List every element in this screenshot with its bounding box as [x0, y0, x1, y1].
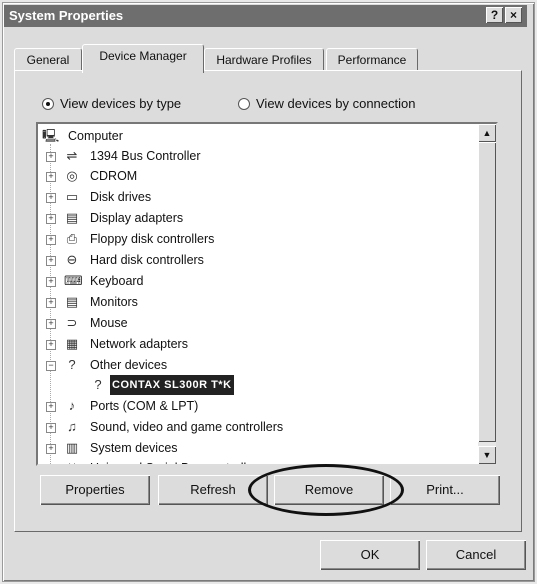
- tree-item-label: CDROM: [90, 169, 138, 183]
- radio-label-by-connection: View devices by connection: [256, 96, 416, 111]
- tree-item-label: CONTAX SL300R T*K: [110, 375, 234, 395]
- expand-icon[interactable]: +: [46, 298, 56, 308]
- help-button[interactable]: ?: [486, 7, 503, 23]
- tree-item-label: Ports (COM & LPT): [90, 399, 199, 413]
- close-button[interactable]: ×: [505, 7, 522, 23]
- radio-button-checked[interactable]: [42, 97, 54, 110]
- expand-icon[interactable]: +: [46, 423, 56, 433]
- tree-item-label: Mouse: [90, 316, 128, 330]
- ok-button[interactable]: OK: [320, 540, 420, 570]
- expand-icon[interactable]: +: [46, 172, 56, 182]
- tree-item-label: Keyboard: [90, 274, 144, 288]
- radio-view-by-type[interactable]: View devices by type: [42, 96, 181, 111]
- expand-icon[interactable]: +: [46, 214, 56, 224]
- tree-item-label: Sound, video and game controllers: [90, 420, 284, 434]
- keyboard-icon: ⌨: [64, 273, 83, 288]
- properties-button[interactable]: Properties: [40, 475, 150, 505]
- system-icon: ▥: [65, 440, 79, 455]
- tree-item-label: Other devices: [90, 358, 168, 372]
- computer-icon: 🖳: [42, 128, 60, 143]
- question-icon: ?: [68, 357, 76, 372]
- mouse-icon: ⊃: [66, 315, 78, 330]
- expand-icon[interactable]: +: [46, 256, 56, 266]
- radio-button[interactable]: [238, 97, 250, 110]
- display-icon: ▤: [65, 210, 79, 225]
- expand-icon[interactable]: +: [46, 235, 56, 245]
- floppy-icon: ⎙: [66, 231, 78, 246]
- expand-icon[interactable]: +: [46, 319, 56, 329]
- tree-item-label: System devices: [90, 441, 178, 455]
- cdrom-icon: ◎: [66, 168, 78, 183]
- tree-root-label: Computer: [68, 129, 123, 143]
- radio-view-by-connection[interactable]: View devices by connection: [238, 96, 415, 111]
- collapse-icon[interactable]: −: [46, 361, 56, 371]
- disk-icon: ▭: [65, 189, 79, 204]
- hdd-icon: ⊖: [66, 252, 78, 267]
- expand-icon[interactable]: +: [46, 340, 56, 350]
- tab-general[interactable]: General: [14, 48, 82, 71]
- sound-icon: ♫: [67, 419, 77, 434]
- refresh-button[interactable]: Refresh: [158, 475, 268, 505]
- tree-item-label: Network adapters: [90, 337, 188, 351]
- port-icon: ♪: [68, 398, 76, 413]
- tab-performance[interactable]: Performance: [326, 48, 418, 71]
- expand-icon[interactable]: +: [46, 193, 56, 203]
- scroll-up-icon[interactable]: ▲: [478, 124, 496, 142]
- device-tree[interactable]: 🖳 Computer + ⇌ 1394 Bus Controller + ◎ C…: [36, 122, 498, 466]
- radio-label-by-type: View devices by type: [60, 96, 182, 111]
- cancel-button[interactable]: Cancel: [426, 540, 526, 570]
- expand-icon[interactable]: +: [48, 464, 53, 465]
- print-button[interactable]: Print...: [390, 475, 500, 505]
- tree-item-label: Display adapters: [90, 211, 184, 225]
- window-title: System Properties: [9, 8, 124, 23]
- tree-item-label: Universal Serial Bus controllers: [90, 458, 264, 464]
- title-bar: System Properties ? ×: [4, 5, 527, 27]
- tree-item-label: Floppy disk controllers: [90, 232, 215, 246]
- bus-icon: ⇌: [66, 148, 78, 163]
- scroll-thumb[interactable]: [478, 142, 496, 442]
- tree-item-label: Disk drives: [90, 190, 152, 204]
- expand-icon[interactable]: +: [46, 402, 56, 412]
- remove-button[interactable]: Remove: [274, 475, 384, 505]
- vertical-scrollbar[interactable]: ▲ ▼: [478, 124, 496, 464]
- tab-hardware-profiles[interactable]: Hardware Profiles: [204, 48, 324, 71]
- network-icon: ▦: [65, 336, 79, 351]
- tab-device-manager[interactable]: Device Manager: [82, 44, 204, 73]
- monitor-icon: ▤: [65, 294, 79, 309]
- expand-icon[interactable]: +: [46, 444, 56, 454]
- tree-item-label: Monitors: [90, 295, 138, 309]
- tree-item-label: Hard disk controllers: [90, 253, 204, 267]
- usb-icon: ⑂: [64, 461, 80, 465]
- expand-icon[interactable]: +: [46, 277, 56, 287]
- question-icon: ?: [94, 377, 102, 392]
- expand-icon[interactable]: +: [46, 152, 56, 162]
- tree-item-label: 1394 Bus Controller: [90, 149, 201, 163]
- scroll-down-icon[interactable]: ▼: [478, 446, 496, 464]
